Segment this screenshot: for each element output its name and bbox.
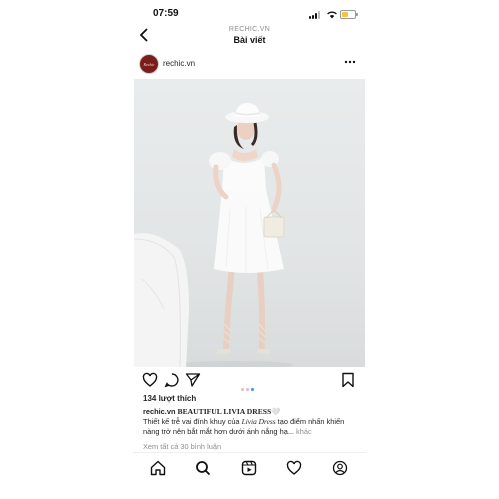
battery-icon: [340, 10, 358, 19]
wifi-icon: [327, 11, 337, 19]
profile-icon[interactable]: [332, 460, 348, 476]
bookmark-icon[interactable]: [340, 372, 356, 388]
top-nav: RECHIC.VN Bài viết: [133, 24, 366, 48]
post-caption: rechic.vn BEAUTIFUL LIVIA DRESS🤍 Thiết k…: [143, 407, 361, 437]
home-icon[interactable]: [150, 460, 166, 476]
reels-icon[interactable]: [241, 460, 257, 476]
activity-heart-icon[interactable]: [286, 460, 302, 476]
dress-model-photo: [134, 103, 294, 367]
comment-icon[interactable]: [164, 372, 180, 388]
white-heart-emoji: 🤍: [271, 407, 281, 416]
nav-subtitle: RECHIC.VN: [228, 26, 271, 33]
avatar-logo-text: Rechic: [143, 61, 155, 67]
heart-icon[interactable]: [142, 372, 158, 388]
caption-italic-name: Livia Dress: [241, 417, 276, 426]
more-horizontal-icon: [344, 60, 356, 64]
signal-icon: [309, 11, 323, 19]
carousel-indicator: [241, 378, 256, 396]
like-count[interactable]: 134 lượt thích: [143, 394, 196, 403]
more-options-button[interactable]: [344, 56, 356, 67]
caption-text-before: Thiết kế trễ vai đính khuy của: [143, 417, 242, 426]
post-image[interactable]: [134, 79, 365, 367]
caption-username[interactable]: rechic.vn: [143, 407, 175, 416]
caption-title: BEAUTIFUL LIVIA DRESS: [177, 407, 272, 416]
caption-more-link[interactable]: khác: [294, 427, 312, 436]
bottom-tab-bar: [133, 452, 366, 481]
send-icon[interactable]: [185, 372, 201, 388]
carousel-dot-active: [251, 388, 254, 391]
status-bar: 07:59: [133, 6, 366, 22]
view-all-comments-link[interactable]: Xem tất cả 30 bình luận: [143, 442, 221, 451]
carousel-dot: [241, 388, 244, 391]
status-time: 07:59: [153, 8, 179, 19]
post-header: Rechic rechic.vn: [133, 52, 366, 76]
post-actions: [133, 372, 366, 391]
search-icon[interactable]: [195, 460, 211, 476]
page-title: Bài viết: [233, 35, 266, 45]
post-username[interactable]: rechic.vn: [163, 59, 195, 68]
avatar[interactable]: Rechic: [139, 54, 159, 74]
instagram-screen: 07:59 RECHIC.VN Bài viết Rechic rechic.v…: [133, 0, 366, 499]
carousel-dot: [246, 388, 249, 391]
